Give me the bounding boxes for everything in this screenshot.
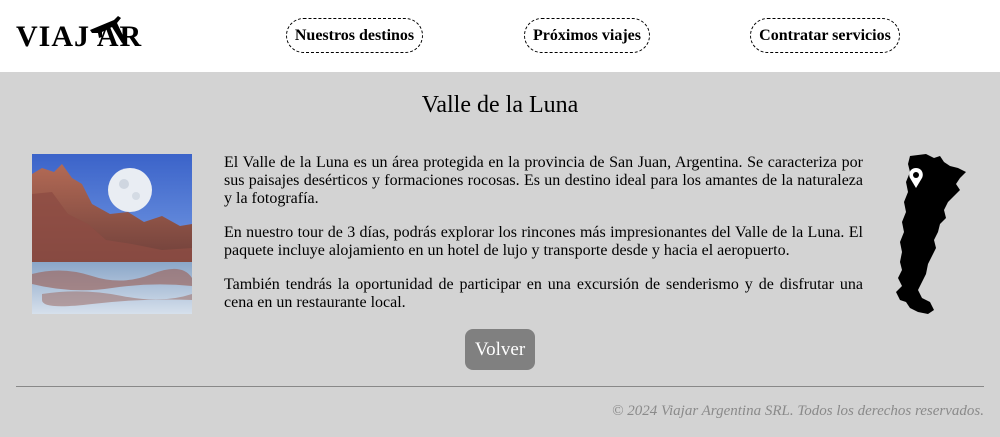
nav-button-destinos[interactable]: Nuestros destinos	[286, 18, 423, 53]
description-paragraph: El Valle de la Luna es un área protegida…	[224, 154, 863, 207]
nav-button-proximos-viajes[interactable]: Próximos viajes	[524, 18, 650, 53]
logo[interactable]: VIAJ AR	[16, 14, 176, 58]
header: VIAJ AR Nuestros destinos Próximos viaje…	[0, 0, 1000, 72]
airplane-icon	[90, 16, 126, 43]
back-button[interactable]: Volver	[465, 329, 535, 370]
footer-copyright: © 2024 Viajar Argentina SRL. Todos los d…	[612, 403, 984, 419]
footer-divider	[16, 386, 984, 387]
argentina-map-icon	[888, 152, 972, 318]
description: El Valle de la Luna es un área protegida…	[224, 154, 863, 328]
description-paragraph: En nuestro tour de 3 días, podrás explor…	[224, 224, 863, 259]
nav-button-label: Nuestros destinos	[294, 26, 415, 44]
nav-button-label: Contratar servicios	[759, 26, 891, 44]
nav-button-contratar-servicios[interactable]: Contratar servicios	[750, 18, 900, 53]
page-title: Valle de la Luna	[421, 92, 579, 118]
valle-de-la-luna-photo	[32, 154, 192, 314]
nav-button-label: Próximos viajes	[533, 26, 641, 44]
description-paragraph: También tendrás la oportunidad de partic…	[224, 276, 863, 311]
